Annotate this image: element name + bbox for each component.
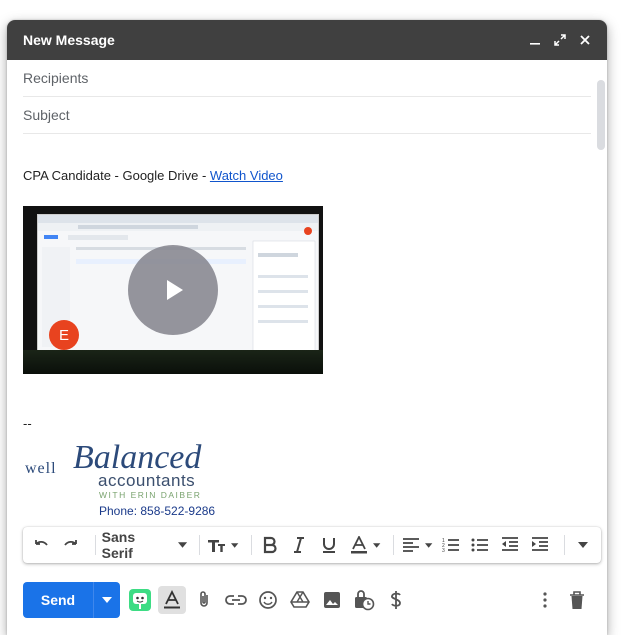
attach-files-button[interactable] (190, 586, 218, 614)
paperclip-icon (200, 591, 208, 607)
close-button[interactable] (573, 28, 597, 52)
send-button-group: Send (23, 582, 120, 618)
insert-photo-button[interactable] (318, 586, 346, 614)
lock-clock-icon (355, 590, 375, 611)
video-thumbnail[interactable]: E (23, 206, 323, 374)
redo-icon (64, 540, 77, 546)
discard-draft-button[interactable] (563, 586, 591, 614)
video-line: CPA Candidate - Google Drive - Watch Vid… (23, 168, 591, 183)
google-drive-icon (290, 591, 310, 608)
font-family-value: Sans Serif (101, 529, 136, 561)
more-formatting-button[interactable] (571, 532, 595, 558)
expand-icon (554, 34, 566, 46)
indent-more-icon (532, 537, 549, 551)
align-button[interactable] (399, 532, 423, 558)
bulleted-list-button[interactable] (469, 532, 493, 558)
underline-button[interactable] (317, 532, 341, 558)
well-balanced-logo: well Balanced accountants WITH ERIN DAIB… (25, 439, 202, 500)
toolbar-divider (392, 535, 394, 555)
svg-text:3: 3 (442, 548, 445, 554)
redo-button[interactable] (59, 532, 83, 558)
message-body[interactable]: CPA Candidate - Google Drive - Watch Vid… (23, 168, 591, 183)
formatting-toolbar: Sans Serif 123 (23, 527, 601, 563)
bitmoji-button[interactable] (126, 586, 154, 614)
chevron-down-icon (102, 597, 112, 603)
italic-icon (294, 537, 305, 553)
dollar-icon (391, 591, 401, 609)
scrollbar[interactable] (597, 80, 605, 150)
logo-word-accountants: accountants (98, 471, 195, 490)
signature-phone: Phone: 858-522-9286 (99, 504, 216, 518)
indent-less-button[interactable] (498, 532, 522, 558)
chevron-down-icon (425, 542, 433, 548)
trash-icon (570, 591, 584, 609)
bulleted-list-icon (471, 538, 489, 552)
chevron-down-icon (373, 542, 381, 548)
chevron-down-icon (578, 542, 589, 548)
recipients-field[interactable]: Recipients (23, 60, 591, 97)
recipients-placeholder: Recipients (23, 70, 89, 86)
compose-title: New Message (23, 32, 115, 48)
compose-title-bar: New Message (7, 20, 607, 60)
minimize-button[interactable] (523, 28, 547, 52)
numbered-list-icon: 123 (442, 538, 459, 554)
indent-less-icon (502, 537, 519, 551)
insert-link-button[interactable] (222, 586, 250, 614)
text-format-icon (164, 590, 180, 609)
chevron-down-icon (177, 542, 187, 548)
link-icon (225, 595, 247, 605)
text-color-icon (351, 536, 368, 554)
bold-icon (263, 536, 277, 554)
more-options-button[interactable] (531, 586, 559, 614)
minimize-icon (530, 43, 540, 45)
send-options-button[interactable] (93, 582, 120, 618)
send-money-button[interactable] (382, 586, 410, 614)
toolbar-divider (198, 535, 200, 555)
more-vert-icon (543, 592, 547, 608)
compose-window: New Message Recipients Subject CPA Candi… (7, 20, 607, 635)
text-size-icon (208, 540, 226, 552)
watch-video-link[interactable]: Watch Video (210, 168, 283, 183)
subject-field[interactable]: Subject (23, 97, 591, 134)
fullscreen-button[interactable] (548, 28, 572, 52)
bitmoji-icon (129, 589, 151, 611)
subject-placeholder: Subject (23, 107, 70, 123)
video-avatar: E (49, 320, 79, 350)
play-icon (167, 280, 183, 300)
text-color-button[interactable] (347, 532, 371, 558)
send-button[interactable]: Send (23, 582, 93, 618)
insert-drive-button[interactable] (286, 586, 314, 614)
logo-tagline: WITH ERIN DAIBER (99, 490, 201, 500)
confidential-mode-button[interactable] (350, 586, 378, 614)
italic-button[interactable] (288, 532, 312, 558)
toolbar-divider (250, 535, 252, 555)
emoji-icon (259, 591, 277, 609)
align-left-icon (403, 538, 420, 552)
undo-icon (35, 540, 48, 546)
text-size-button[interactable] (206, 532, 230, 558)
indent-more-button[interactable] (528, 532, 552, 558)
compose-action-bar: Send (23, 582, 595, 618)
play-button[interactable] (128, 245, 218, 335)
underline-icon (323, 538, 336, 553)
toolbar-divider (564, 535, 566, 555)
toolbar-divider (94, 535, 96, 555)
insert-emoji-button[interactable] (254, 586, 282, 614)
font-family-select[interactable]: Sans Serif (102, 529, 187, 561)
bold-button[interactable] (258, 532, 282, 558)
video-line-prefix: CPA Candidate - Google Drive - (23, 168, 210, 183)
formatting-options-button[interactable] (158, 586, 186, 614)
chevron-down-icon (231, 542, 239, 548)
numbered-list-button[interactable]: 123 (439, 532, 463, 558)
video-dark-area (23, 350, 323, 374)
photo-icon (324, 592, 340, 608)
close-icon (580, 35, 590, 45)
logo-word-well: well (25, 460, 57, 477)
undo-button[interactable] (29, 532, 53, 558)
